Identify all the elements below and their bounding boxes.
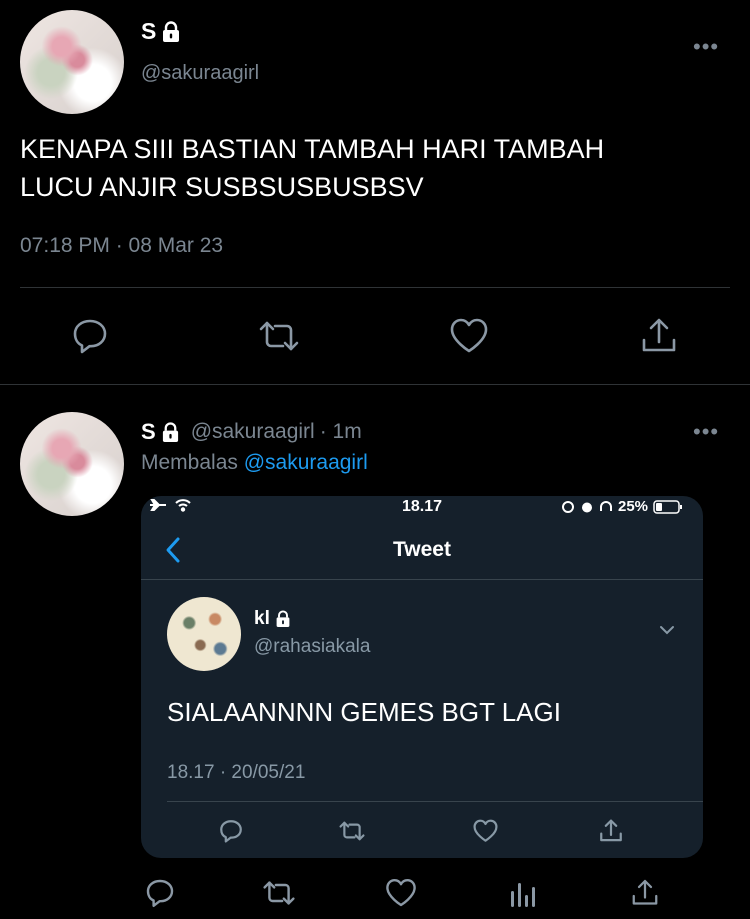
reply-icon bbox=[220, 820, 242, 843]
reply-icon bbox=[73, 319, 107, 354]
headphones-icon bbox=[600, 500, 612, 511]
tweet-timestamp[interactable]: 07:18 PM · 08 Mar 23 bbox=[20, 234, 223, 258]
tweet-text: KENAPA SIII BASTIAN TAMBAH HARI TAMBAH L… bbox=[20, 130, 604, 206]
divider bbox=[20, 287, 730, 288]
reply-time: · 1m bbox=[319, 420, 362, 443]
like-button[interactable] bbox=[447, 314, 491, 358]
handle[interactable]: @sakuraagirl bbox=[141, 62, 259, 85]
reply-button[interactable] bbox=[216, 816, 246, 846]
like-icon bbox=[386, 879, 416, 907]
avatar[interactable] bbox=[167, 597, 241, 671]
battery-percent: 25% bbox=[618, 498, 649, 515]
display-name[interactable]: S bbox=[141, 18, 156, 45]
divider bbox=[0, 384, 750, 385]
analytics-button[interactable] bbox=[506, 875, 542, 911]
divider bbox=[167, 801, 703, 802]
replying-to-label: Membalas bbox=[141, 451, 238, 474]
display-name[interactable]: S bbox=[141, 419, 156, 445]
tweet-timestamp: 18.17 · 20/05/21 bbox=[167, 762, 306, 783]
like-button[interactable] bbox=[383, 875, 419, 911]
avatar[interactable] bbox=[20, 412, 124, 516]
divider bbox=[141, 579, 703, 580]
share-icon bbox=[642, 318, 676, 352]
chevron-down-icon bbox=[660, 626, 674, 635]
more-options-icon[interactable]: ••• bbox=[693, 34, 719, 60]
share-icon bbox=[632, 879, 658, 905]
tweet-text: SIALAANNNN GEMES BGT LAGI bbox=[167, 697, 561, 727]
lock-icon bbox=[163, 20, 180, 42]
retweet-icon bbox=[259, 321, 299, 351]
reply-icon bbox=[146, 879, 174, 907]
status-bar-right: 25% bbox=[561, 498, 683, 515]
header-title: Tweet bbox=[393, 538, 451, 561]
reply-button[interactable] bbox=[142, 875, 178, 911]
replying-to: Membalas @sakuraagirl bbox=[141, 451, 368, 475]
retweet-icon bbox=[339, 821, 365, 841]
analytics-icon bbox=[511, 883, 535, 907]
avatar[interactable] bbox=[20, 10, 124, 114]
retweet-icon bbox=[263, 881, 295, 905]
like-button[interactable] bbox=[470, 816, 500, 846]
like-icon bbox=[472, 819, 498, 842]
handle[interactable]: @sakuraagirl bbox=[191, 420, 315, 444]
share-button[interactable] bbox=[627, 875, 663, 911]
tweet-text-line: KENAPA SIII BASTIAN TAMBAH HARI TAMBAH bbox=[20, 134, 605, 164]
reply-button[interactable] bbox=[68, 314, 112, 358]
share-button[interactable] bbox=[637, 314, 681, 358]
retweet-button[interactable] bbox=[337, 816, 367, 846]
tweet-text-line: LUCU ANJIR SUSBSUSBUSBSV bbox=[20, 172, 424, 202]
attached-image[interactable]: 18.17 25% Tweet kl @rahasiakala SIALAANN… bbox=[141, 496, 703, 858]
author-name-row[interactable]: S bbox=[141, 18, 181, 45]
more-options-icon[interactable]: ••• bbox=[693, 419, 719, 445]
inner-author-row: kl bbox=[254, 608, 291, 630]
retweet-button[interactable] bbox=[257, 314, 301, 358]
share-icon bbox=[600, 819, 622, 842]
share-button[interactable] bbox=[596, 816, 626, 846]
display-name[interactable]: kl bbox=[254, 608, 270, 630]
replying-to-link[interactable]: @sakuraagirl bbox=[244, 451, 368, 474]
chevron-button[interactable] bbox=[653, 620, 681, 640]
retweet-button[interactable] bbox=[261, 875, 297, 911]
lock-icon bbox=[162, 421, 178, 442]
lock-icon bbox=[276, 610, 290, 627]
reply-author-row: S @sakuraagirl · 1m bbox=[141, 419, 362, 445]
alarm-icon bbox=[582, 502, 592, 512]
lock-rotation-icon bbox=[562, 500, 574, 513]
handle[interactable]: @rahasiakala bbox=[254, 636, 370, 658]
battery-icon bbox=[653, 499, 683, 514]
like-icon bbox=[450, 318, 488, 353]
